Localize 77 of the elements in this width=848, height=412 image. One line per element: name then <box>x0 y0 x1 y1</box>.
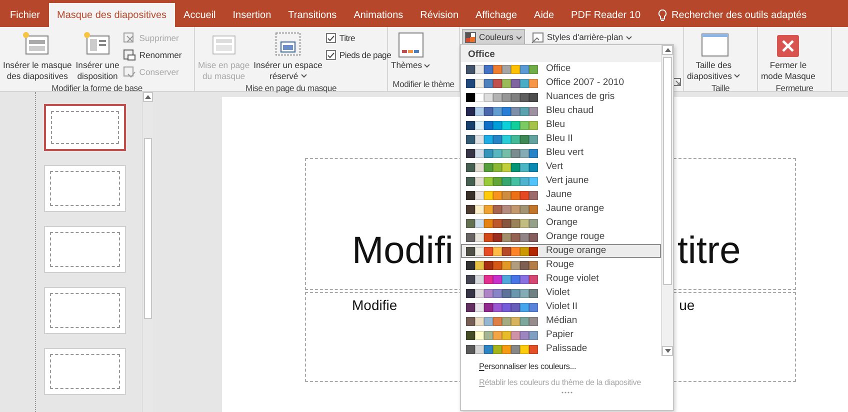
group-label: Modifier le thème <box>392 78 456 91</box>
dialog-launcher-icon <box>673 78 681 86</box>
preserve-icon <box>123 66 136 78</box>
up-arrow-icon <box>664 48 670 52</box>
group-label: Mise en page du masque <box>244 82 338 95</box>
caret-icon <box>424 64 430 68</box>
palette-option[interactable]: Bleu chaud <box>461 104 661 118</box>
slide-title: Modifi <box>352 229 454 274</box>
ribbon-tab[interactable]: Fichier <box>2 3 48 27</box>
group-label: Modifier la forme de base <box>50 82 144 95</box>
resize-grip-icon <box>561 391 573 394</box>
ribbon-button[interactable]: Taille des diapositives <box>686 29 742 82</box>
lightbulb-icon <box>658 8 667 22</box>
ribbon-tab[interactable]: Accueil <box>176 3 224 27</box>
slide-thumbnail[interactable] <box>44 104 126 151</box>
ribbon-button[interactable]: Renommer <box>122 47 183 63</box>
ribbon-button[interactable]: Thèmes <box>390 29 432 78</box>
palette-option[interactable]: Bleu <box>461 118 661 132</box>
palette-option[interactable]: Office <box>461 62 661 76</box>
menu-item[interactable]: Personnaliser les couleurs... <box>461 358 673 375</box>
ribbon-tab[interactable]: Aide <box>526 3 562 27</box>
palette-option[interactable]: Papier <box>461 328 661 342</box>
ribbon-tab[interactable]: Insertion <box>224 3 280 27</box>
palette-option[interactable]: Rouge <box>461 258 661 272</box>
ribbon-button[interactable]: Insérer une disposition <box>74 29 120 82</box>
checkbox-label[interactable]: Pieds de page <box>339 48 392 62</box>
group-label: Taille <box>710 82 731 95</box>
scrollbar-thumb[interactable] <box>663 57 672 285</box>
palette-option[interactable]: Bleu vert <box>461 146 661 160</box>
section-header: Office <box>461 45 661 62</box>
palette-option[interactable]: Rouge orange <box>461 244 661 258</box>
palette-option[interactable]: Orange <box>461 216 661 230</box>
caret-icon <box>626 36 632 40</box>
caret-icon <box>516 36 522 40</box>
caret-icon <box>734 74 740 78</box>
slide-subtitle: Modifie <box>352 296 398 315</box>
ribbon-tab[interactable]: Affichage <box>468 3 526 27</box>
scroll-up-button[interactable] <box>143 92 153 102</box>
ribbon-button[interactable]: Insérer un espace réservé <box>252 29 324 82</box>
palette-option[interactable]: Nuances de gris <box>461 90 661 104</box>
check-icon <box>327 34 336 42</box>
palette-option[interactable]: Orange rouge <box>461 230 661 244</box>
palette-option[interactable]: Jaune orange <box>461 202 661 216</box>
dropdown-button[interactable]: Styles d'arrière-plan <box>528 29 636 46</box>
ribbon-button[interactable]: Fermer le mode Masque <box>760 29 816 82</box>
palette-option[interactable]: Violet <box>461 286 661 300</box>
ribbon-tab[interactable]: Animations <box>346 3 412 27</box>
ribbon-tab[interactable]: PDF Reader 10 <box>563 3 649 27</box>
checkbox-label[interactable]: Titre <box>339 32 356 44</box>
palette-option[interactable]: Vert jaune <box>461 174 661 188</box>
ribbon-tab[interactable]: Masque des diapositives <box>49 3 175 27</box>
palette-option[interactable]: Bleu II <box>461 132 661 146</box>
palette-option[interactable]: Jaune <box>461 188 661 202</box>
group-label: Fermeture <box>774 82 814 95</box>
checkbox[interactable] <box>326 50 336 60</box>
palette-option[interactable]: Médian <box>461 314 661 328</box>
caret-icon <box>300 74 307 78</box>
palette-option[interactable]: Vert <box>461 160 661 174</box>
palette-option[interactable]: Palissade <box>461 342 661 356</box>
scroll-down-button[interactable] <box>662 346 673 356</box>
delete-icon <box>123 32 136 44</box>
slide-title: titre <box>677 229 741 274</box>
scrollbar-thumb[interactable] <box>144 138 152 319</box>
ribbon-button[interactable]: Insérer le masque des diapositives <box>2 29 73 82</box>
palette-option[interactable]: Violet II <box>461 300 661 314</box>
rename-icon <box>123 49 136 61</box>
tell-me-search[interactable]: Rechercher des outils adaptés <box>672 8 807 22</box>
ribbon-tab[interactable]: Transitions <box>280 3 345 27</box>
palette-option[interactable]: Rouge violet <box>461 272 661 286</box>
slide-subtitle: ue <box>679 296 695 315</box>
up-arrow-icon <box>145 95 151 99</box>
ribbon-tab[interactable]: Révision <box>412 3 467 27</box>
palette-option[interactable]: Office 2007 - 2010 <box>461 76 661 90</box>
scroll-up-button[interactable] <box>662 45 673 55</box>
checkbox[interactable] <box>326 33 336 43</box>
check-icon <box>327 52 336 58</box>
down-arrow-icon <box>664 349 670 353</box>
